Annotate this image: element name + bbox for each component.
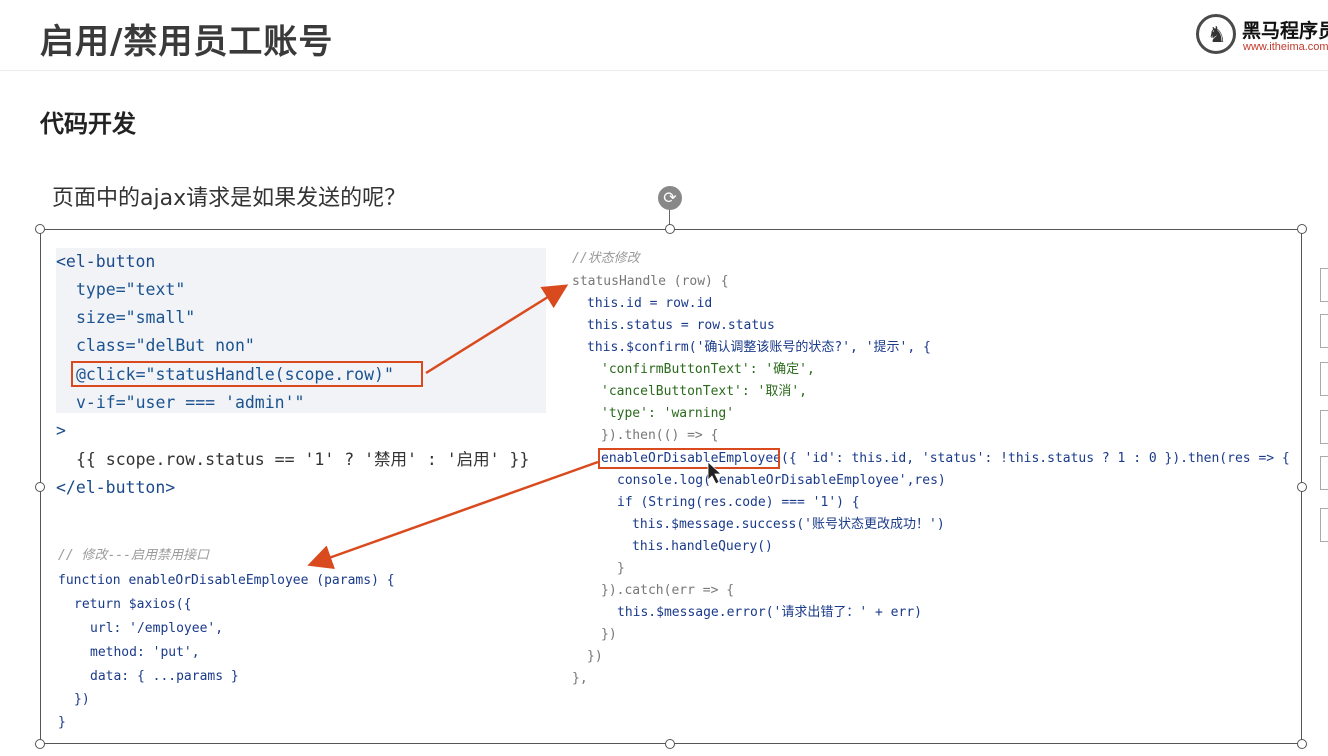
resize-handle-bottom-left[interactable] xyxy=(35,739,45,749)
side-panel-tab[interactable] xyxy=(1320,362,1328,396)
logo-url: www.itheima.com xyxy=(1243,41,1328,53)
code-line: v-if="user === 'admin'" xyxy=(76,393,305,412)
code-line: method: 'put', xyxy=(90,645,200,660)
resize-handle-middle-left[interactable] xyxy=(35,482,45,492)
code-line: function enableOrDisableEmployee (params… xyxy=(58,573,395,588)
side-panel-tab[interactable] xyxy=(1320,410,1328,444)
resize-handle-bottom-middle[interactable] xyxy=(665,739,675,749)
code-line: > xyxy=(56,421,66,440)
click-handler-highlight-box xyxy=(71,361,423,387)
code-line: this.$message.success('账号状态更改成功！') xyxy=(632,517,945,532)
resize-handle-top-right[interactable] xyxy=(1297,224,1307,234)
code-line: statusHandle (row) { xyxy=(572,274,729,289)
code-line: size="small" xyxy=(76,308,196,327)
code-line: 'confirmButtonText': '确定', xyxy=(601,362,815,377)
code-line: }) xyxy=(601,627,617,642)
resize-handle-top-middle[interactable] xyxy=(665,224,675,234)
resize-handle-middle-right[interactable] xyxy=(1297,482,1307,492)
code-line: 'cancelButtonText': '取消', xyxy=(601,384,808,399)
code-line: }) xyxy=(74,692,90,707)
resize-handle-top-left[interactable] xyxy=(35,224,45,234)
code-line: this.id = row.id xyxy=(587,296,713,311)
side-panel-tab[interactable] xyxy=(1320,268,1328,302)
code-line: <el-button xyxy=(56,252,156,271)
code-line: this.status = row.status xyxy=(587,318,775,333)
code-line: }, xyxy=(572,671,588,686)
code-line: url: '/employee', xyxy=(90,621,224,636)
function-call-highlight-box xyxy=(598,448,780,469)
slide-title: 启用/禁用员工账号 xyxy=(40,22,334,62)
code-line: </el-button> xyxy=(56,478,176,497)
code-line: this.handleQuery() xyxy=(632,539,773,554)
question-text: 页面中的ajax请求是如果发送的呢？ xyxy=(52,186,407,211)
code-line: }) xyxy=(587,649,603,664)
code-line: {{ scope.row.status == '1' ? '禁用' : '启用'… xyxy=(76,450,530,469)
side-panel-tab[interactable] xyxy=(1320,508,1328,542)
code-line: class="delBut non" xyxy=(76,336,255,355)
resize-handle-bottom-right[interactable] xyxy=(1297,739,1307,749)
code-line: }).catch(err => { xyxy=(601,583,735,598)
rotate-icon[interactable]: ⟳ xyxy=(658,186,682,210)
code-line: this.$confirm('确认调整该账号的状态?', '提示', { xyxy=(587,340,931,355)
code-line: data: { ...params } xyxy=(90,669,239,684)
code-line: } xyxy=(58,715,66,730)
logo-name: 黑马程序员 xyxy=(1242,20,1328,42)
brand-logo: ♞ 黑马程序员 www.itheima.com xyxy=(1196,12,1328,58)
side-panel-tab[interactable] xyxy=(1320,314,1328,348)
horse-logo-icon: ♞ xyxy=(1196,14,1236,54)
code-line: }).then(() => { xyxy=(601,428,719,443)
code-line: 'type': 'warning' xyxy=(601,406,735,421)
code-line: this.$message.error('请求出错了：' + err) xyxy=(617,605,922,620)
side-panel-tab[interactable] xyxy=(1320,456,1328,490)
code-line: } xyxy=(617,561,625,576)
code-line: return $axios({ xyxy=(74,597,192,612)
section-subtitle: 代码开发 xyxy=(40,110,136,138)
code-line: type="text" xyxy=(76,280,186,299)
code-line: console.log('enableOrDisableEmployee',re… xyxy=(617,473,946,488)
code-comment: // 修改---启用禁用接口 xyxy=(58,548,209,563)
code-comment: //状态修改 xyxy=(572,251,640,266)
slide-header: 启用/禁用员工账号 ♞ 黑马程序员 www.itheima.com xyxy=(0,0,1328,71)
code-line: if (String(res.code) === '1') { xyxy=(617,495,860,510)
